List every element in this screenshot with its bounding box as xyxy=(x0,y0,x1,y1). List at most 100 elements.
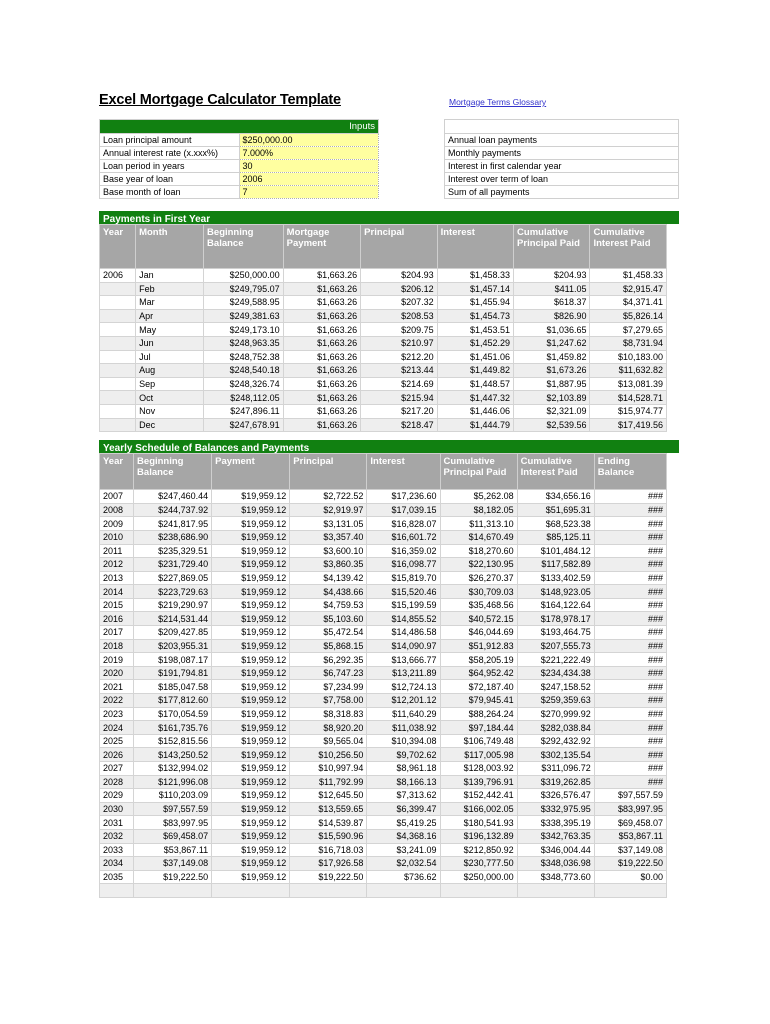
table-cell: $19,959.12 xyxy=(211,502,291,518)
key-figure-row-sum-payments: Sum of all payments xyxy=(444,185,679,199)
table-row: Apr $249,381.63 $1,663.26 $208.53 $1,454.73 $… xyxy=(98,308,667,324)
table-cell: 2028 xyxy=(98,774,135,790)
table-cell: $97,184.44 xyxy=(439,720,518,735)
table-cell: ### xyxy=(593,625,668,640)
table-cell: 2014 xyxy=(98,584,135,599)
table-cell: $5,472.54 xyxy=(289,625,368,640)
col-header-payment: Payment xyxy=(211,453,291,491)
table-cell: $248,752.38 xyxy=(203,349,284,365)
table-cell: $11,640.29 xyxy=(366,706,441,722)
table-cell: $1,663.26 xyxy=(282,363,362,378)
table-cell: 2024 xyxy=(98,720,135,735)
table-cell: $241,817.95 xyxy=(133,516,213,531)
table-row: Jun $248,963.35 $1,663.26 $210.97 $1,452.29 $… xyxy=(98,335,667,351)
table-cell: $161,735.76 xyxy=(133,720,213,735)
table-cell: $9,702.62 xyxy=(366,747,441,762)
table-row: May $249,173.10 $1,663.26 $209.75 $1,453.51 $… xyxy=(98,322,667,337)
table-cell: 2019 xyxy=(98,652,135,667)
table-cell: $217.20 xyxy=(360,403,438,419)
table-cell: Jul xyxy=(135,349,205,365)
table-cell: $250,000.00 xyxy=(439,869,518,885)
table-cell: $16,601.72 xyxy=(366,529,441,545)
table-cell: $26,270.37 xyxy=(439,570,518,586)
table-cell: $19,959.12 xyxy=(211,625,291,640)
table-cell: $19,959.12 xyxy=(211,489,291,504)
table-cell: $37,149.08 xyxy=(593,842,668,858)
table-cell: $15,590.96 xyxy=(289,828,368,844)
table-cell xyxy=(439,883,518,898)
table-cell: $302,135.54 xyxy=(516,747,595,762)
key-figure-label-monthly: Monthly payments xyxy=(444,146,679,160)
table-cell: 2012 xyxy=(98,557,135,572)
col-header-interest: Interest xyxy=(366,453,441,491)
table-cell: Dec xyxy=(135,417,205,433)
table-cell: $7,313.62 xyxy=(366,788,441,803)
table-cell: 2033 xyxy=(98,842,135,858)
table-cell: $1,663.26 xyxy=(282,308,362,324)
table-cell: $1,458.33 xyxy=(589,268,667,283)
table-cell: $178,978.17 xyxy=(516,611,595,627)
table-cell: $19,959.12 xyxy=(211,774,291,790)
table-cell: ### xyxy=(593,720,668,735)
table-cell: $19,959.12 xyxy=(211,747,291,762)
table-cell: 2022 xyxy=(98,693,135,708)
table-cell: $4,759.53 xyxy=(289,597,368,613)
table-cell: $37,149.08 xyxy=(133,856,213,871)
table-cell: $13,666.77 xyxy=(366,652,441,667)
col-header-principal: Principal xyxy=(289,453,368,491)
table-cell: $51,695.31 xyxy=(516,502,595,518)
key-figures-band-label: Key Loan Figures xyxy=(444,119,679,134)
input-value-base-month[interactable]: 7 xyxy=(238,185,379,199)
table-cell: $10,394.08 xyxy=(366,733,441,749)
table-cell: $72,187.40 xyxy=(439,679,518,695)
table-cell: $8,318.83 xyxy=(289,706,368,722)
table-cell: 2030 xyxy=(98,801,135,817)
yearly-table: Year Beginning Balance Payment Principal… xyxy=(98,453,668,898)
mortgage-terms-glossary-link[interactable]: Mortgage Terms Glossary xyxy=(449,97,546,107)
input-value-rate[interactable]: 7.000% xyxy=(238,146,379,160)
table-cell: $14,855.52 xyxy=(366,611,441,627)
table-cell: $17,419.56 xyxy=(589,417,667,433)
table-cell: $3,131.05 xyxy=(289,516,368,531)
table-cell: $30,709.03 xyxy=(439,584,518,599)
table-cell: $69,458.07 xyxy=(593,815,668,830)
table-cell: $68,523.38 xyxy=(516,516,595,531)
table-cell: $214.69 xyxy=(360,376,438,392)
table-cell: $198,087.17 xyxy=(133,652,213,667)
key-figure-row-term-interest: Interest over term of loan xyxy=(444,172,679,186)
inputs-band-label: Inputs xyxy=(99,119,379,134)
table-cell: $208.53 xyxy=(360,308,438,324)
table-cell: $1,446.06 xyxy=(436,403,515,419)
table-cell: $215.94 xyxy=(360,390,438,405)
input-value-period[interactable]: 30 xyxy=(238,159,379,173)
table-cell: 2035 xyxy=(98,869,135,885)
table-cell: $101,484.12 xyxy=(516,543,595,559)
table-cell: ### xyxy=(593,543,668,559)
col-header-month: Month xyxy=(135,224,205,269)
table-cell: $19,959.12 xyxy=(211,788,291,803)
table-cell: $5,868.15 xyxy=(289,638,368,654)
table-cell: $51,912.83 xyxy=(439,638,518,654)
input-value-base-year[interactable]: 2006 xyxy=(238,172,379,186)
title-row: Excel Mortgage Calculator Template Mortg… xyxy=(99,92,679,116)
yearly-band-label: Yearly Schedule of Balances and Payments xyxy=(99,438,679,454)
table-cell: $19,959.12 xyxy=(211,665,291,681)
input-label-principal: Loan principal amount xyxy=(99,133,240,147)
table-cell: $1,447.32 xyxy=(436,390,515,405)
table-cell xyxy=(366,883,441,898)
table-cell: $16,718.03 xyxy=(289,842,368,858)
table-cell: $4,371.41 xyxy=(589,295,667,310)
table-cell: $227,869.05 xyxy=(133,570,213,586)
table-cell: $3,241.09 xyxy=(366,842,441,858)
table-cell: $348,036.98 xyxy=(516,856,595,871)
table-cell: $2,919.97 xyxy=(289,502,368,518)
table-row: 2006 Jan $250,000.00 $1,663.26 $204.93 $1,458… xyxy=(98,268,667,283)
table-cell: $736.62 xyxy=(366,869,441,885)
table-cell: 2025 xyxy=(98,733,135,749)
table-cell: $19,959.12 xyxy=(211,869,291,885)
col-header-interest: Interest xyxy=(436,224,515,269)
table-cell: $19,959.12 xyxy=(211,801,291,817)
table-cell: ### xyxy=(593,652,668,667)
table-row: 2015 $219,290.97 $19,959.12 $4,759.53 $15,19… xyxy=(98,597,668,613)
input-value-principal[interactable]: $250,000.00 xyxy=(238,133,379,147)
